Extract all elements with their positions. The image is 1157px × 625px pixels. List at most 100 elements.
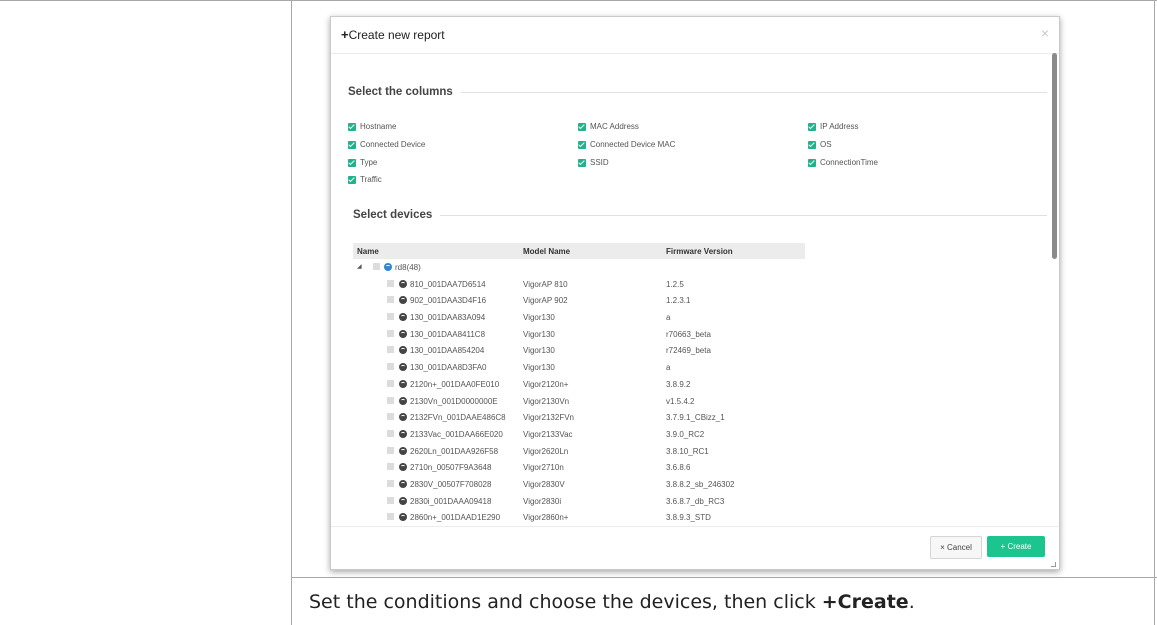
- checkbox-checked-icon[interactable]: [348, 175, 356, 184]
- checkbox-checked-icon[interactable]: [808, 122, 816, 131]
- device-row[interactable]: 2120n+_001DAA0FE010 Vigor2120n+ 3.8.9.2: [353, 376, 805, 393]
- dialog-header: +Create new report ×: [331, 17, 1059, 54]
- device-table-header: Name Model Name Firmware Version: [353, 243, 805, 259]
- device-name: 2120n+_001DAA0FE010: [410, 379, 500, 389]
- device-row[interactable]: 2860n+_001DAAD1E290 Vigor2860n+ 3.8.9.3_ST…: [353, 509, 805, 526]
- device-row[interactable]: 2830i_001DAAA09418 Vigor2830i 3.6.8.7_db_R…: [353, 493, 805, 510]
- column-option-hostname[interactable]: Hostname: [348, 122, 396, 131]
- table-right-border: [1154, 0, 1155, 625]
- header-model-name[interactable]: Model Name: [523, 247, 570, 256]
- device-row[interactable]: 2620Ln_001DAA926F58 Vigor2620Ln 3.8.10_RC1: [353, 443, 805, 460]
- device-firmware: a: [666, 313, 671, 323]
- device-name: 2860n+_001DAAD1E290: [410, 513, 501, 523]
- device-checkbox[interactable]: [387, 496, 394, 504]
- cancel-button[interactable]: × Cancel: [930, 536, 982, 559]
- dialog-body: Select the columns Hostname MAC Address …: [331, 54, 1049, 538]
- device-icon: [399, 413, 407, 422]
- devices-section-title: Select devices: [353, 209, 1047, 221]
- device-icon: [399, 463, 407, 472]
- columns-section-title: Select the columns: [348, 86, 1047, 98]
- device-checkbox[interactable]: [387, 413, 394, 421]
- column-option-type[interactable]: Type: [348, 158, 377, 167]
- checkbox-checked-icon[interactable]: [578, 140, 586, 149]
- close-icon[interactable]: ×: [1041, 25, 1049, 41]
- device-checkbox[interactable]: [387, 379, 394, 387]
- device-row[interactable]: 130_001DAA8D3FA0 Vigor130 a: [353, 359, 805, 376]
- device-model: Vigor2620Ln: [523, 446, 569, 456]
- section-divider: [460, 91, 1047, 93]
- device-name: 902_001DAA3D4F16: [410, 296, 487, 306]
- device-name: 130_001DAA8D3FA0: [410, 363, 487, 373]
- checkbox-checked-icon[interactable]: [808, 140, 816, 149]
- device-firmware: v1.5.4.2: [666, 396, 695, 406]
- checkbox-checked-icon[interactable]: [808, 158, 816, 167]
- column-option-traffic[interactable]: Traffic: [348, 175, 382, 184]
- table-top-border-left: [0, 0, 291, 1]
- dialog-footer: × Cancel + Create: [331, 526, 1059, 569]
- device-row[interactable]: 130_001DAA83A094 Vigor130 a: [353, 309, 805, 326]
- checkbox-checked-icon[interactable]: [348, 122, 356, 131]
- column-option-connected-device[interactable]: Connected Device: [348, 140, 425, 149]
- table-column-divider: [291, 0, 292, 625]
- checkbox-checked-icon[interactable]: [578, 158, 586, 167]
- device-checkbox[interactable]: [387, 513, 394, 521]
- device-model: Vigor2710n: [523, 463, 564, 473]
- group-checkbox[interactable]: [373, 263, 380, 270]
- device-checkbox[interactable]: [387, 329, 394, 337]
- column-option-connectiontime[interactable]: ConnectionTime: [808, 158, 878, 167]
- device-firmware: 3.8.10_RC1: [666, 446, 709, 456]
- scrollbar-thumb[interactable]: [1052, 53, 1057, 259]
- device-checkbox[interactable]: [387, 346, 394, 354]
- device-checkbox[interactable]: [387, 429, 394, 437]
- device-group-row[interactable]: ◢ rd8(48): [353, 259, 805, 276]
- device-checkbox[interactable]: [387, 313, 394, 321]
- device-checkbox[interactable]: [387, 296, 394, 304]
- column-option-label: ConnectionTime: [820, 158, 878, 167]
- device-model: VigorAP 902: [523, 296, 568, 306]
- caption-end: .: [908, 591, 915, 613]
- device-row[interactable]: 902_001DAA3D4F16 VigorAP 902 1.2.3.1: [353, 292, 805, 309]
- device-icon: [399, 379, 407, 388]
- resize-grip-icon[interactable]: [1051, 562, 1056, 567]
- device-row[interactable]: 2132FVn_001DAAE486C8 Vigor2132FVn 3.7.9.1_…: [353, 409, 805, 426]
- device-checkbox[interactable]: [387, 363, 394, 371]
- device-firmware: 3.8.9.3_STD: [666, 513, 711, 523]
- header-firmware-version[interactable]: Firmware Version: [666, 247, 733, 256]
- device-row[interactable]: 130_001DAA854204 Vigor130 r72469_beta: [353, 342, 805, 359]
- device-firmware: r72469_beta: [666, 346, 711, 356]
- device-row[interactable]: 130_001DAA8411C8 Vigor130 r70663_beta: [353, 326, 805, 343]
- device-checkbox[interactable]: [387, 279, 394, 287]
- device-checkbox[interactable]: [387, 396, 394, 404]
- device-row[interactable]: 2133Vac_001DAA66E020 Vigor2133Vac 3.9.0_RC…: [353, 426, 805, 443]
- header-name[interactable]: Name: [357, 247, 379, 256]
- device-checkbox[interactable]: [387, 446, 394, 454]
- device-model: Vigor130: [523, 329, 555, 339]
- device-model: VigorAP 810: [523, 279, 568, 289]
- column-option-connected-device-mac[interactable]: Connected Device MAC: [578, 140, 675, 149]
- device-row[interactable]: 2130Vn_001D0000000E Vigor2130Vn v1.5.4.2: [353, 393, 805, 410]
- dialog-title: +Create new report: [341, 27, 445, 42]
- device-firmware: 3.6.8.7_db_RC3: [666, 496, 725, 506]
- device-row[interactable]: 2830V_00507F708028 Vigor2830V 3.8.8.2_sb_2…: [353, 476, 805, 493]
- checkbox-checked-icon[interactable]: [578, 122, 586, 131]
- network-group-icon: [384, 263, 392, 271]
- column-option-mac-address[interactable]: MAC Address: [578, 122, 639, 131]
- checkbox-checked-icon[interactable]: [348, 140, 356, 149]
- device-rows: 810_001DAA7D6514 VigorAP 810 1.2.5 902_001D…: [353, 276, 805, 526]
- create-button[interactable]: + Create: [987, 536, 1045, 557]
- device-row[interactable]: 2710n_00507F9A3648 Vigor2710n 3.6.8.6: [353, 459, 805, 476]
- device-checkbox[interactable]: [387, 479, 394, 487]
- device-name: 2830V_00507F708028: [410, 479, 492, 489]
- column-option-os[interactable]: OS: [808, 140, 832, 149]
- dialog-scrollbar[interactable]: [1052, 53, 1057, 537]
- column-option-ip-address[interactable]: IP Address: [808, 122, 859, 131]
- column-option-ssid[interactable]: SSID: [578, 158, 609, 167]
- column-option-label: Hostname: [360, 122, 397, 131]
- tree-expand-icon[interactable]: ◢: [357, 263, 362, 270]
- device-checkbox[interactable]: [387, 463, 394, 471]
- column-option-label: Type: [360, 158, 378, 167]
- checkbox-checked-icon[interactable]: [348, 158, 356, 167]
- device-row[interactable]: 810_001DAA7D6514 VigorAP 810 1.2.5: [353, 276, 805, 293]
- device-icon: [399, 296, 407, 305]
- column-option-label: OS: [820, 140, 832, 149]
